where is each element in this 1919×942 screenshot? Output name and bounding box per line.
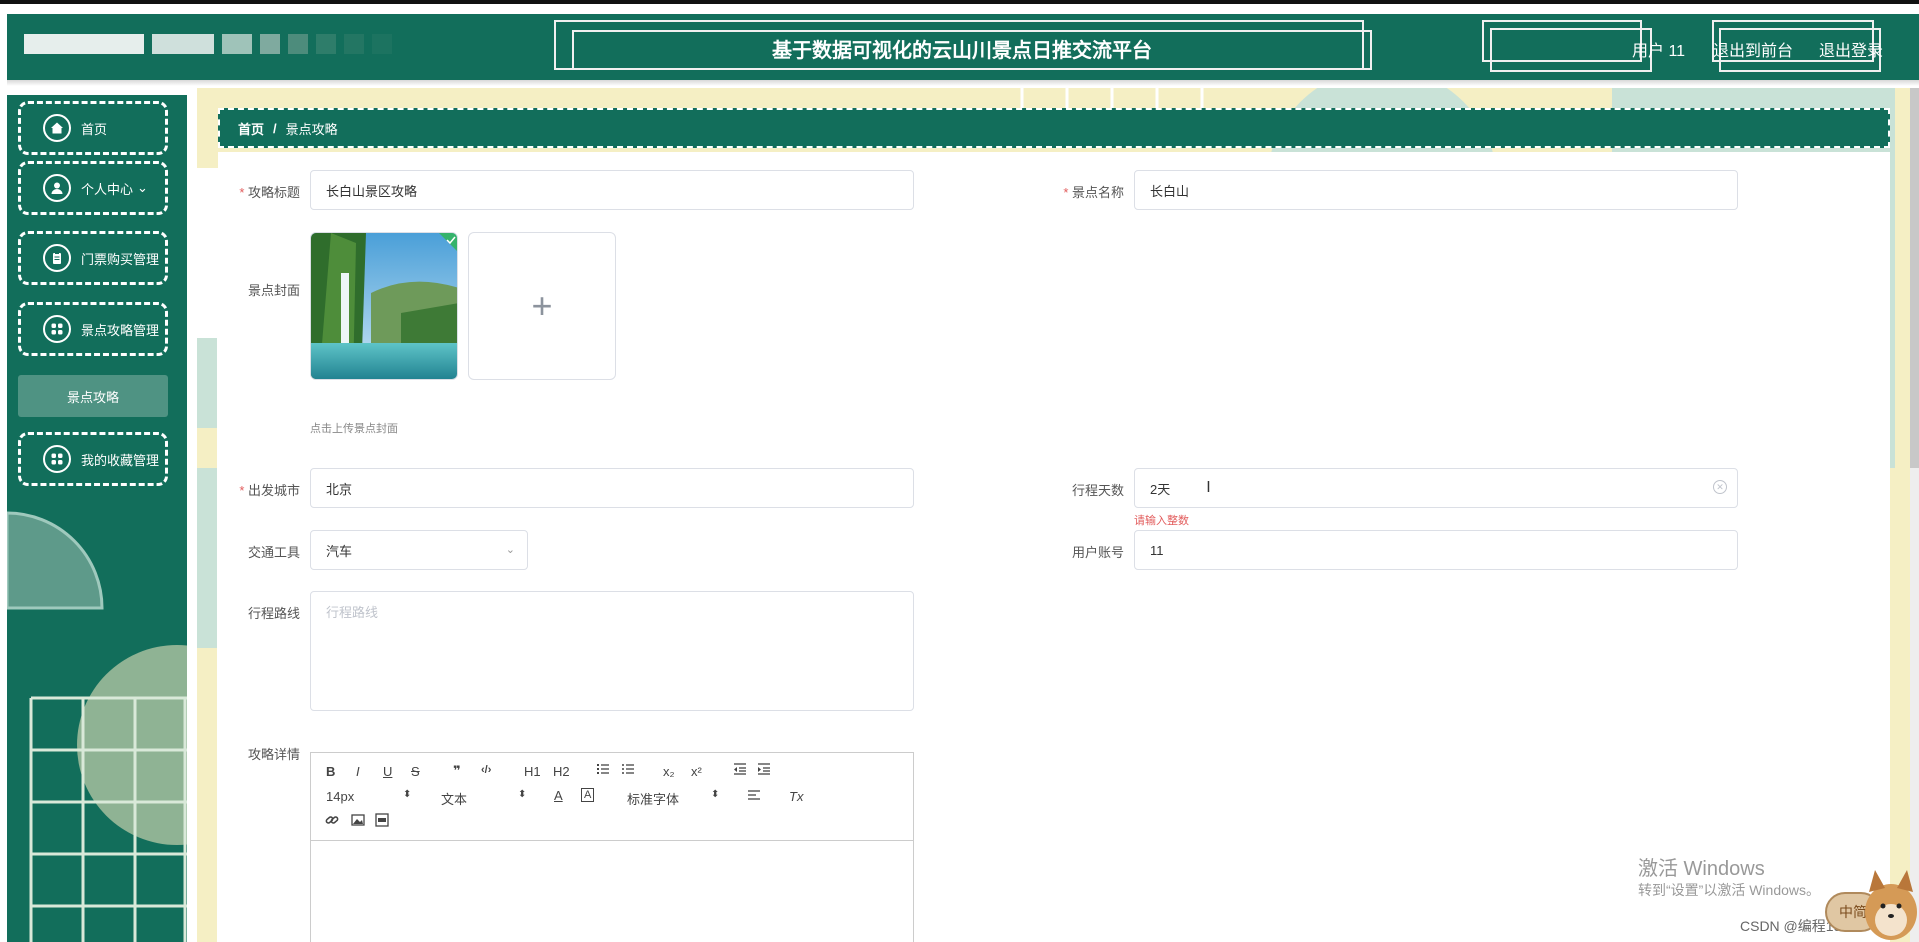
sidebar-item-label: 门票购买管理: [81, 251, 160, 267]
sidebar-item-label: 景点攻略管理: [81, 322, 160, 338]
sidebar: 首页 个人中心 ⌄ 门票购买管理 景点攻略管理 景点攻略 我的收藏管理: [7, 95, 187, 942]
outdent-icon[interactable]: [733, 762, 747, 779]
image-icon[interactable]: [351, 813, 365, 830]
italic-button[interactable]: I: [356, 764, 360, 779]
home-icon: [43, 114, 71, 142]
sidebar-item-home[interactable]: 首页: [18, 101, 168, 155]
h1-button[interactable]: H1: [524, 764, 541, 779]
page-title: 基于数据可视化的云山川景点日推交流平台: [772, 40, 1152, 62]
transport-label: 交通工具: [247, 545, 300, 560]
header-username: 用户 11: [1632, 43, 1686, 60]
format-select[interactable]: 文本: [441, 789, 467, 808]
guide-form: * 攻略标题 长白山景区攻略 * 景点名称 长白山 景点封面 + 点击上传景点封…: [218, 152, 1890, 942]
days-error: 请输入整数: [1134, 515, 1189, 527]
strike-button[interactable]: S: [411, 764, 420, 779]
windows-activation-title: 激活 Windows: [1638, 858, 1765, 880]
upload-hint: 点击上传景点封面: [310, 423, 398, 435]
chevron-updown-icon: ⬍: [403, 789, 412, 800]
clear-icon[interactable]: ✕: [1713, 480, 1727, 494]
breadcrumb-separator: /: [273, 120, 277, 136]
dog-avatar-icon: [1865, 870, 1917, 940]
background-color-icon[interactable]: A: [581, 788, 595, 802]
waterfall-image: [311, 233, 457, 379]
transport-select[interactable]: 汽车 ⌄: [310, 530, 528, 570]
grid-icon: [43, 315, 71, 343]
editor-content-area[interactable]: [311, 842, 913, 942]
back-to-frontend-link[interactable]: 退出到前台: [1713, 37, 1793, 61]
chevron-updown-icon: ⬍: [711, 789, 720, 800]
days-label: 行程天数: [1071, 483, 1124, 498]
header-user-frame-inner: [1490, 28, 1652, 72]
editor-toolbar: B I U S ❞ ‹/› H1 H2 x₂ x² 14px ⬍ 文本 ⬍ A …: [311, 753, 913, 841]
transport-value: 汽车: [326, 543, 353, 559]
days-input[interactable]: 2天 I ✕: [1134, 468, 1738, 508]
grid-icon: [43, 445, 71, 473]
right-edge-decoration: [1895, 88, 1910, 942]
font-color-icon[interactable]: A: [554, 788, 563, 803]
upload-button[interactable]: +: [468, 232, 616, 380]
align-icon[interactable]: [747, 788, 761, 805]
chevron-down-icon: ⌄: [505, 544, 515, 556]
spot-name-label: * 景点名称: [1063, 185, 1124, 200]
city-input[interactable]: 北京: [310, 468, 914, 508]
clipboard-icon: [43, 244, 71, 272]
chevron-updown-icon: ⬍: [518, 789, 527, 800]
logout-link[interactable]: 退出登录: [1819, 37, 1883, 61]
underline-button[interactable]: U: [383, 764, 392, 779]
chevron-down-icon: ⌄: [137, 180, 148, 195]
cover-label: 景点封面: [247, 283, 300, 298]
bullet-list-icon[interactable]: [621, 762, 635, 779]
scrollbar-thumb[interactable]: [1910, 88, 1919, 468]
rich-text-editor: B I U S ❞ ‹/› H1 H2 x₂ x² 14px ⬍ 文本 ⬍ A …: [310, 752, 914, 942]
header: 基于数据可视化的云山川景点日推交流平台 用户 11 退出到前台 退出登录: [7, 14, 1919, 80]
sidebar-subitem-guide[interactable]: 景点攻略: [18, 375, 168, 417]
breadcrumb-current: 景点攻略: [285, 121, 338, 137]
route-label: 行程路线: [247, 606, 300, 621]
main-content: 首页 / 景点攻略 * 攻略标题 长白山景区攻略 * 景点名称 长白山 景点封面: [197, 88, 1919, 942]
window-top-strip: [0, 0, 1919, 4]
font-family-select[interactable]: 标准字体: [627, 789, 679, 808]
blockquote-button[interactable]: ❞: [453, 763, 461, 779]
sidebar-decoration: [7, 511, 187, 942]
user-icon: [43, 174, 71, 202]
sidebar-item-label: 首页: [81, 121, 108, 137]
superscript-button[interactable]: x²: [691, 764, 702, 779]
title-label: * 攻略标题: [239, 185, 300, 200]
cover-image-thumbnail[interactable]: [310, 232, 458, 380]
windows-activation-subtitle: 转到“设置”以激活 Windows。: [1638, 882, 1821, 898]
clear-format-button[interactable]: Tx: [789, 789, 803, 804]
font-size-select[interactable]: 14px: [326, 789, 354, 804]
indent-icon[interactable]: [757, 762, 771, 779]
header-shadow: [7, 80, 1919, 86]
code-button[interactable]: ‹/›: [481, 764, 491, 776]
account-input[interactable]: 11: [1134, 530, 1738, 570]
spot-name-input[interactable]: 长白山: [1134, 170, 1738, 210]
bold-button[interactable]: B: [326, 764, 335, 779]
city-label: * 出发城市: [239, 483, 300, 498]
route-textarea[interactable]: 行程路线: [310, 591, 914, 711]
sidebar-item-label: 个人中心: [81, 181, 134, 197]
sidebar-item-label: 我的收藏管理: [81, 452, 160, 468]
ordered-list-icon[interactable]: [596, 762, 610, 779]
subscript-button[interactable]: x₂: [663, 764, 675, 779]
account-label: 用户账号: [1071, 545, 1124, 560]
h2-button[interactable]: H2: [553, 764, 570, 779]
title-input[interactable]: 长白山景区攻略: [310, 170, 914, 210]
video-icon[interactable]: [375, 813, 389, 830]
text-cursor-icon: I: [1206, 479, 1211, 496]
sidebar-item-ticket-management[interactable]: 门票购买管理: [18, 231, 168, 285]
sidebar-item-guide-management[interactable]: 景点攻略管理: [18, 302, 168, 356]
link-icon[interactable]: [325, 813, 339, 830]
sidebar-item-favorites-management[interactable]: 我的收藏管理: [18, 432, 168, 486]
sidebar-item-personal-center[interactable]: 个人中心 ⌄: [18, 161, 168, 215]
days-value: 2天: [1150, 481, 1171, 497]
breadcrumb-home[interactable]: 首页: [238, 119, 264, 138]
header-logo-blocks: [24, 34, 392, 54]
breadcrumb: 首页 / 景点攻略: [218, 108, 1890, 148]
detail-label: 攻略详情: [247, 747, 300, 762]
